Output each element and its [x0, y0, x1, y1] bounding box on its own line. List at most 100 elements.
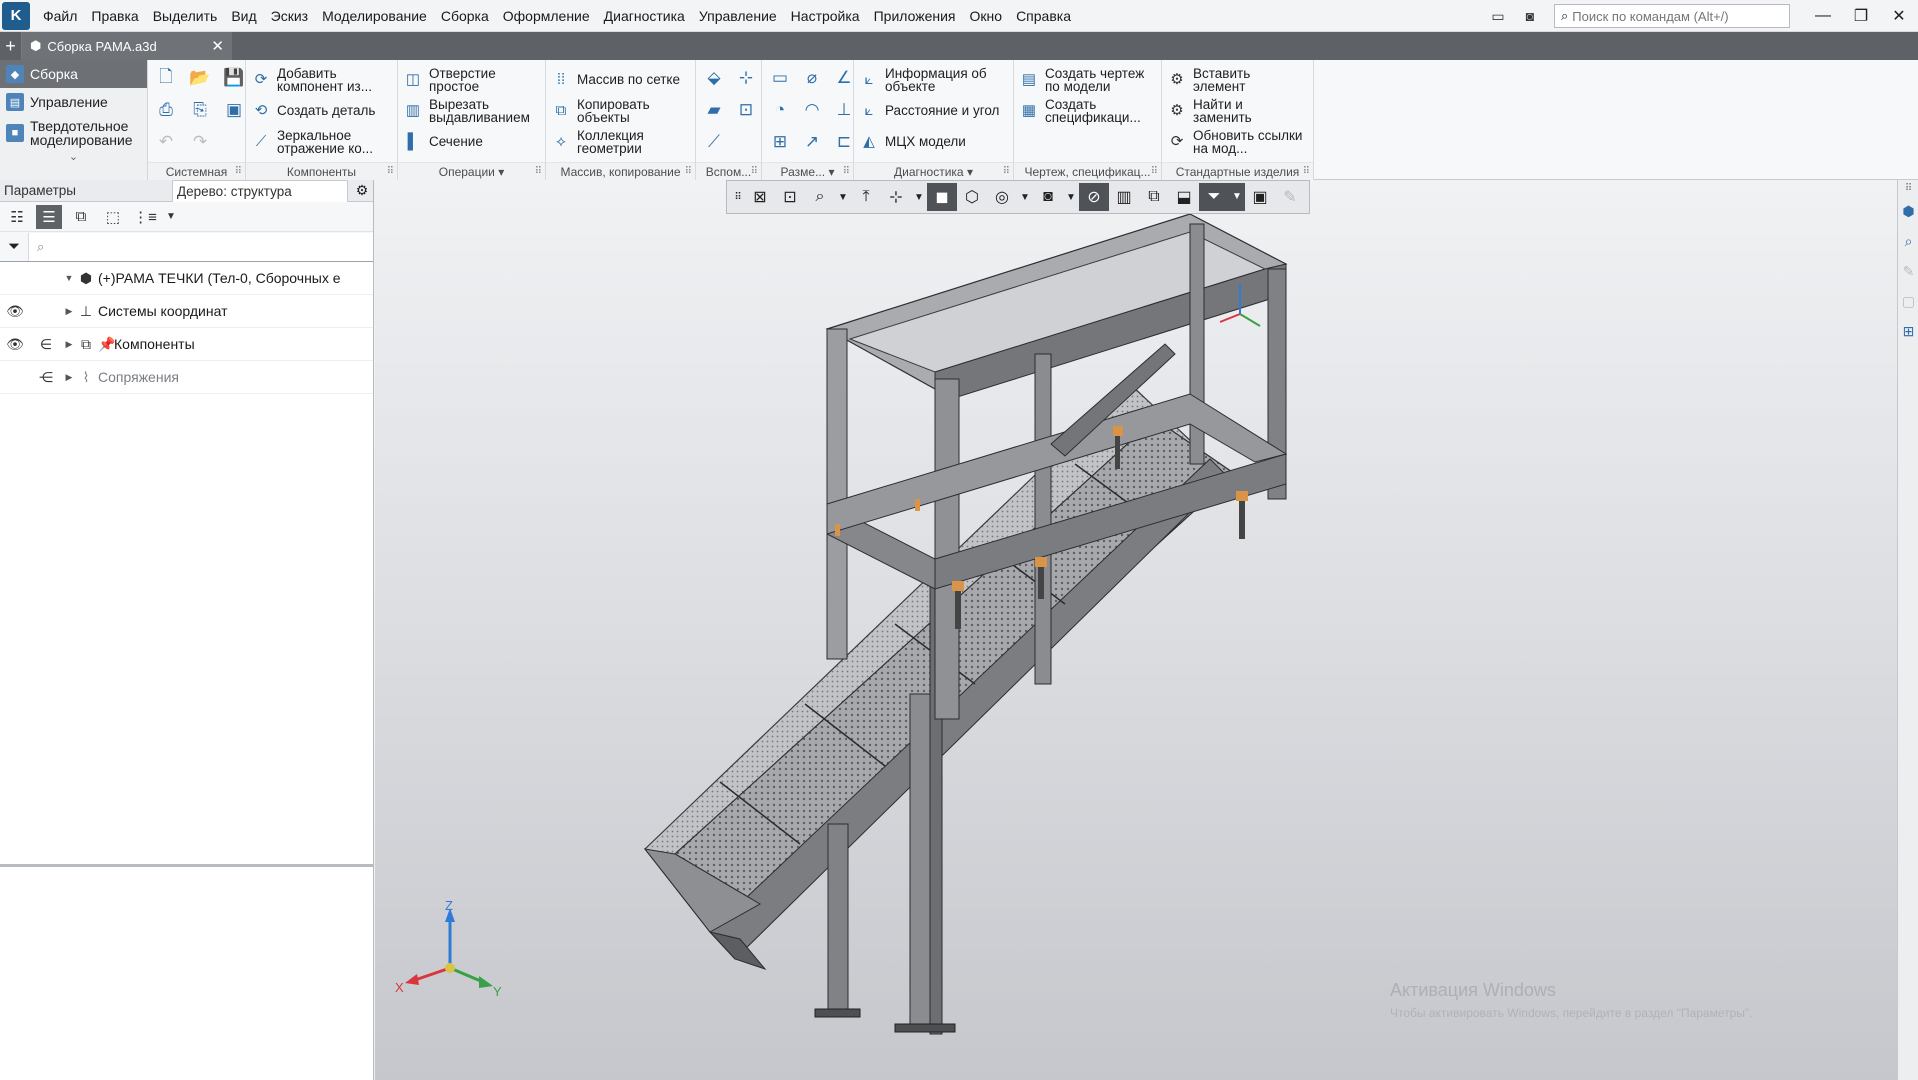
- eye-icon[interactable]: 👁: [0, 303, 30, 320]
- tab-parameters[interactable]: Параметры: [0, 180, 172, 202]
- menu-settings[interactable]: Настройка: [784, 0, 867, 32]
- new-document-icon[interactable]: 🗋: [152, 64, 180, 92]
- menu-file[interactable]: Файл: [36, 0, 84, 32]
- save-icon[interactable]: ▣: [220, 96, 248, 124]
- group-dimensions-label[interactable]: Разме... ▾ ⠿: [762, 162, 853, 180]
- group-diagnostics-label[interactable]: Диагностика ▾ ⠿: [854, 162, 1013, 180]
- minimize-button[interactable]: —: [1804, 0, 1842, 32]
- mode-assembly[interactable]: ◆ Сборка: [0, 60, 147, 88]
- open-folder-icon[interactable]: 📂: [186, 64, 214, 92]
- leader-icon[interactable]: ↗: [798, 128, 826, 156]
- tree-tool-icon[interactable]: ⊞: [1898, 316, 1918, 346]
- mirror-component-button[interactable]: ⟋ Зеркальное отражение ко...: [250, 126, 393, 157]
- tree-row-components[interactable]: 👁 ∈ ▶ ⧉ 📌 Компоненты: [0, 328, 373, 361]
- command-search-input[interactable]: [1572, 8, 1773, 24]
- create-drawing-button[interactable]: ▤ Создать чертеж по модели: [1018, 64, 1157, 95]
- search-icon[interactable]: ⌕: [1898, 226, 1918, 256]
- panel-splitter[interactable]: [0, 864, 374, 867]
- new-tab-button[interactable]: +: [0, 32, 22, 60]
- mode-solid-modeling[interactable]: ■ Твердотельное моделирование: [0, 116, 147, 150]
- print-preview-icon[interactable]: ⎘: [186, 96, 214, 124]
- collapse-arrow-icon[interactable]: ▶: [62, 339, 76, 350]
- tree-row-coordinate-systems[interactable]: 👁 ▶ ⊥ Системы координат: [0, 295, 373, 328]
- aux-offset-plane-icon[interactable]: ▰: [700, 96, 728, 124]
- menu-diagnostics[interactable]: Диагностика: [597, 0, 692, 32]
- collapse-arrow-icon[interactable]: ▶: [62, 372, 76, 383]
- tree-view-components-icon[interactable]: ⧉: [68, 205, 94, 229]
- window-layout-icon[interactable]: ▭: [1485, 5, 1511, 27]
- wireframe-cube-icon[interactable]: ⬡: [957, 183, 987, 211]
- component-tool-icon[interactable]: ⬢: [1898, 196, 1918, 226]
- find-replace-button[interactable]: ⚙ Найти и заменить: [1166, 95, 1309, 126]
- arc-dimension-icon[interactable]: ◠: [798, 96, 826, 124]
- chevron-down-icon[interactable]: ▼: [835, 192, 851, 203]
- zoom-icon[interactable]: ⌕: [805, 183, 835, 211]
- mates-filter-icon[interactable]: ⋲: [30, 369, 62, 386]
- close-tab-icon[interactable]: ✕: [211, 37, 224, 55]
- close-button[interactable]: ✕: [1880, 0, 1918, 32]
- linear-dimension-icon[interactable]: ▭: [766, 64, 794, 92]
- layers-icon[interactable]: ⧉: [1139, 183, 1169, 211]
- mode-control[interactable]: ▤ Управление: [0, 88, 147, 116]
- rotate-icon[interactable]: ⤒: [851, 183, 881, 211]
- geometry-collection-button[interactable]: ⟡ Коллекция геометрии: [550, 126, 691, 157]
- screenshot-icon[interactable]: ◙: [1517, 5, 1543, 27]
- filter-icon[interactable]: ⏷: [1199, 183, 1229, 211]
- document-tab[interactable]: ⬢ Сборка РАМА.a3d ✕: [22, 32, 232, 60]
- group-operations-label[interactable]: Операции ▾ ⠿: [398, 162, 545, 180]
- edit-disabled-icon[interactable]: ✎: [1275, 183, 1305, 211]
- section-view-icon[interactable]: ⊘: [1079, 183, 1109, 211]
- menu-help[interactable]: Справка: [1009, 0, 1078, 32]
- create-specification-button[interactable]: ▦ Создать спецификаци...: [1018, 95, 1157, 126]
- expand-arrow-icon[interactable]: ▼: [62, 273, 76, 283]
- save-disabled-icon[interactable]: 💾: [220, 64, 248, 92]
- 3d-viewport[interactable]: ⠿ ⊠ ⊡ ⌕ ▼ ⤒ ⊹ ▼ ◼ ⬡ ◎ ▼ ◙ ▼ ⊘ ▥ ⧉ ⬓ ⏷ ▼ …: [375, 180, 1897, 1080]
- edit-disabled-icon[interactable]: ✎: [1898, 256, 1918, 286]
- display-mode-icon[interactable]: ▥: [1109, 183, 1139, 211]
- zoom-frame-icon[interactable]: ⊡: [775, 183, 805, 211]
- aux-plane-icon[interactable]: ⬙: [700, 64, 728, 92]
- collapse-arrow-icon[interactable]: ▶: [62, 306, 76, 317]
- update-links-button[interactable]: ⟳ Обновить ссылки на мод...: [1166, 126, 1309, 157]
- eye-icon[interactable]: 👁: [0, 336, 30, 353]
- menu-sketch[interactable]: Эскиз: [264, 0, 315, 32]
- aux-axis-icon[interactable]: ⊹: [732, 64, 760, 92]
- object-info-button[interactable]: ⟀ Информация об объекте: [858, 64, 1009, 95]
- menu-apps[interactable]: Приложения: [867, 0, 963, 32]
- chevron-down-icon[interactable]: ▼: [164, 205, 178, 229]
- menu-edit[interactable]: Правка: [84, 0, 145, 32]
- chevron-down-icon[interactable]: ▼: [1017, 192, 1033, 203]
- radius-dimension-icon[interactable]: ◔: [766, 96, 794, 124]
- comment-icon[interactable]: ▢: [1898, 286, 1918, 316]
- hide-icon[interactable]: ◎: [987, 183, 1017, 211]
- mass-properties-button[interactable]: ◭ МЦХ модели: [858, 126, 1009, 157]
- filter-icon[interactable]: ⏷: [0, 238, 28, 255]
- tree-view-hierarchy-icon[interactable]: ⋮≡: [132, 205, 158, 229]
- tree-filter[interactable]: ⌕: [28, 232, 373, 261]
- menu-modeling[interactable]: Моделирование: [315, 0, 434, 32]
- section-button[interactable]: ▌ Сечение: [402, 126, 541, 157]
- chevron-down-icon[interactable]: ▼: [1063, 192, 1079, 203]
- add-component-button[interactable]: ⟳ Добавить компонент из...: [250, 64, 393, 95]
- chain-dimension-icon[interactable]: ⊞: [766, 128, 794, 156]
- menu-select[interactable]: Выделить: [146, 0, 225, 32]
- tab-structure-tree[interactable]: Дерево: структура: [172, 180, 348, 202]
- print-icon[interactable]: ⎙: [152, 96, 180, 124]
- chevron-down-icon[interactable]: ▼: [1229, 183, 1245, 211]
- chevron-down-icon[interactable]: ▼: [911, 192, 927, 203]
- undo-icon[interactable]: ↶: [152, 128, 180, 156]
- tree-row-mates[interactable]: ⋲ ▶ ⌇ Сопряжения: [0, 361, 373, 394]
- perspective-icon[interactable]: ⬓: [1169, 183, 1199, 211]
- camera-icon[interactable]: ◙: [1033, 183, 1063, 211]
- grip-icon[interactable]: ⠿: [731, 183, 745, 211]
- tree-filter-input[interactable]: [50, 239, 331, 254]
- menu-window[interactable]: Окно: [963, 0, 1010, 32]
- distance-angle-button[interactable]: ⟀ Расстояние и угол: [858, 95, 1009, 126]
- 3d-model-frame[interactable]: [375, 214, 1897, 1080]
- tree-view-list-icon[interactable]: ☷: [4, 205, 30, 229]
- grip-icon[interactable]: ⠿: [1898, 180, 1918, 196]
- menu-assembly[interactable]: Сборка: [434, 0, 496, 32]
- create-part-button[interactable]: ⟲ Создать деталь: [250, 95, 393, 126]
- aux-line-icon[interactable]: ⟋: [700, 128, 728, 156]
- more-modes-chevron-icon[interactable]: ⌄: [0, 150, 147, 168]
